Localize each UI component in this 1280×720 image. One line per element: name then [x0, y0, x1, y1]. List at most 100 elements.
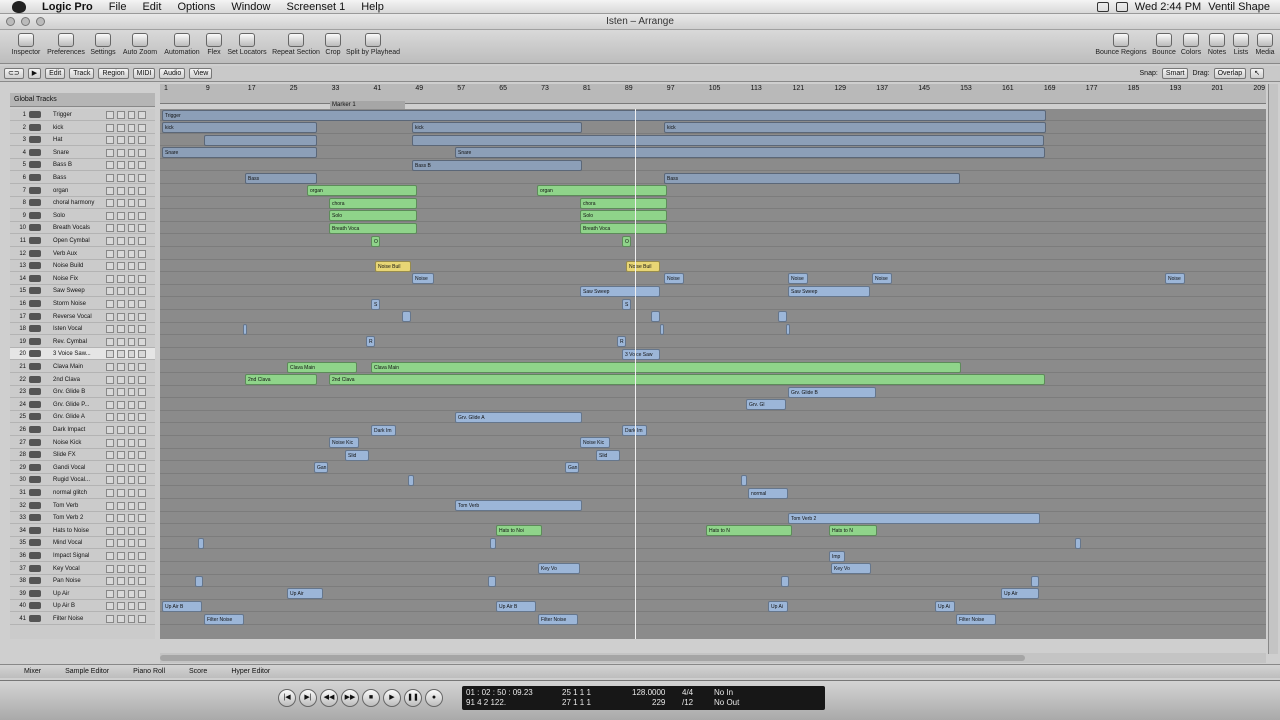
record-enable-button[interactable]: [127, 539, 136, 548]
track-lane[interactable]: [160, 298, 1266, 310]
region[interactable]: Noise Buil: [375, 260, 411, 272]
track-header[interactable]: 40 Up Air B: [10, 600, 155, 613]
playhead[interactable]: [635, 109, 636, 639]
track-lane[interactable]: [160, 348, 1266, 361]
region[interactable]: [488, 575, 496, 587]
mute-button[interactable]: [106, 262, 114, 271]
track-header[interactable]: 25 Grv. Glide A: [10, 411, 155, 424]
track-name[interactable]: choral harmony: [53, 197, 94, 209]
track-header[interactable]: 28 Slide FX: [10, 449, 155, 462]
mute-button[interactable]: [106, 564, 114, 573]
track-header[interactable]: 23 Grv. Glide B: [10, 386, 155, 399]
region[interactable]: Clava Main: [287, 361, 357, 373]
solo-button[interactable]: [116, 451, 125, 460]
track-header[interactable]: 38 Pan Noise: [10, 575, 155, 588]
solo-button[interactable]: [116, 262, 125, 271]
solo-button[interactable]: [116, 148, 125, 157]
mute-button[interactable]: [106, 312, 114, 321]
mute-button[interactable]: [106, 375, 114, 384]
track-lane[interactable]: [160, 285, 1266, 298]
freeze-button[interactable]: [138, 438, 146, 447]
track-lane[interactable]: [160, 500, 1266, 512]
track-lane[interactable]: [160, 222, 1266, 235]
mute-button[interactable]: [106, 589, 114, 598]
region[interactable]: kick: [412, 122, 582, 134]
solo-button[interactable]: [116, 476, 125, 485]
record-enable-button[interactable]: [127, 426, 136, 434]
record-enable-button[interactable]: [127, 111, 136, 119]
track-lane[interactable]: [160, 487, 1266, 499]
track-name[interactable]: Dark Impact: [53, 424, 85, 436]
region[interactable]: Grv. Glide A: [455, 411, 582, 423]
track-name[interactable]: Isten Vocal: [53, 323, 82, 335]
region[interactable]: Key Vo: [538, 563, 580, 575]
region[interactable]: [195, 575, 203, 587]
mute-button[interactable]: [106, 300, 114, 308]
app-menu[interactable]: Logic Pro: [34, 1, 101, 13]
region[interactable]: Solo: [329, 210, 417, 222]
track-lane[interactable]: [160, 512, 1266, 525]
record-enable-button[interactable]: [127, 224, 136, 233]
mute-button[interactable]: [106, 274, 114, 283]
record-enable-button[interactable]: [127, 325, 136, 334]
track-name[interactable]: Saw Sweep: [53, 285, 85, 297]
menu-midi[interactable]: MIDI: [132, 68, 156, 79]
region[interactable]: Hats to N: [706, 525, 792, 537]
track-lane[interactable]: [160, 437, 1266, 449]
track-name[interactable]: normal glitch: [53, 487, 87, 499]
track-header[interactable]: 36 Impact Signal: [10, 550, 155, 562]
freeze-button[interactable]: [138, 148, 146, 157]
region[interactable]: R: [366, 336, 375, 348]
track-name[interactable]: Noise Kick: [53, 437, 81, 449]
region[interactable]: chora: [329, 197, 417, 209]
track-name[interactable]: Storm Noise: [53, 298, 86, 310]
track-name[interactable]: Reverse Vocal: [53, 311, 92, 323]
mute-button[interactable]: [106, 388, 114, 397]
region[interactable]: Up Air: [287, 588, 323, 600]
auto-zoom-button[interactable]: Auto Zoom: [118, 33, 162, 56]
solo-button[interactable]: [116, 426, 125, 434]
track-lane[interactable]: [160, 210, 1266, 222]
region[interactable]: O: [622, 235, 631, 247]
track-lane[interactable]: [160, 424, 1266, 436]
freeze-button[interactable]: [138, 174, 146, 182]
region[interactable]: [408, 474, 414, 486]
mute-button[interactable]: [106, 615, 114, 623]
mute-button[interactable]: [106, 400, 114, 409]
mute-button[interactable]: [106, 489, 114, 497]
freeze-button[interactable]: [138, 564, 146, 573]
pause-icon[interactable]: ❚❚: [404, 689, 422, 707]
media-button[interactable]: Media: [1241, 33, 1280, 56]
region[interactable]: Up Air B: [162, 600, 202, 612]
region[interactable]: Tom Verb: [455, 500, 582, 512]
tab-sample-editor[interactable]: Sample Editor: [65, 668, 109, 675]
region[interactable]: Up Air B: [496, 600, 536, 612]
track-header[interactable]: 19 Rev. Cymbal: [10, 336, 155, 348]
freeze-button[interactable]: [138, 186, 146, 195]
region[interactable]: Gan: [565, 462, 579, 474]
mute-button[interactable]: [106, 224, 114, 233]
pointer-tool-icon[interactable]: ↖: [1250, 68, 1264, 79]
track-name[interactable]: Grv. Glide A: [53, 411, 85, 423]
track-header[interactable]: 21 Clava Main: [10, 361, 155, 373]
track-name[interactable]: kick: [53, 122, 63, 134]
solo-button[interactable]: [116, 552, 125, 560]
track-name[interactable]: Hat: [53, 134, 62, 146]
region[interactable]: [402, 311, 411, 323]
forward-icon[interactable]: ▶▶: [341, 689, 359, 707]
solo-button[interactable]: [116, 174, 125, 182]
mute-button[interactable]: [106, 363, 114, 371]
record-icon[interactable]: ●: [425, 689, 443, 707]
track-name[interactable]: Impact Signal: [53, 550, 89, 562]
region[interactable]: [786, 323, 790, 335]
record-enable-button[interactable]: [127, 174, 136, 182]
solo-button[interactable]: [116, 224, 125, 233]
mute-button[interactable]: [106, 426, 114, 434]
freeze-button[interactable]: [138, 224, 146, 233]
region[interactable]: Up Air: [1001, 588, 1039, 600]
track-header[interactable]: 31 normal glitch: [10, 487, 155, 499]
region[interactable]: Noise: [1165, 273, 1185, 285]
freeze-button[interactable]: [138, 501, 146, 510]
record-enable-button[interactable]: [127, 501, 136, 510]
record-enable-button[interactable]: [127, 186, 136, 195]
